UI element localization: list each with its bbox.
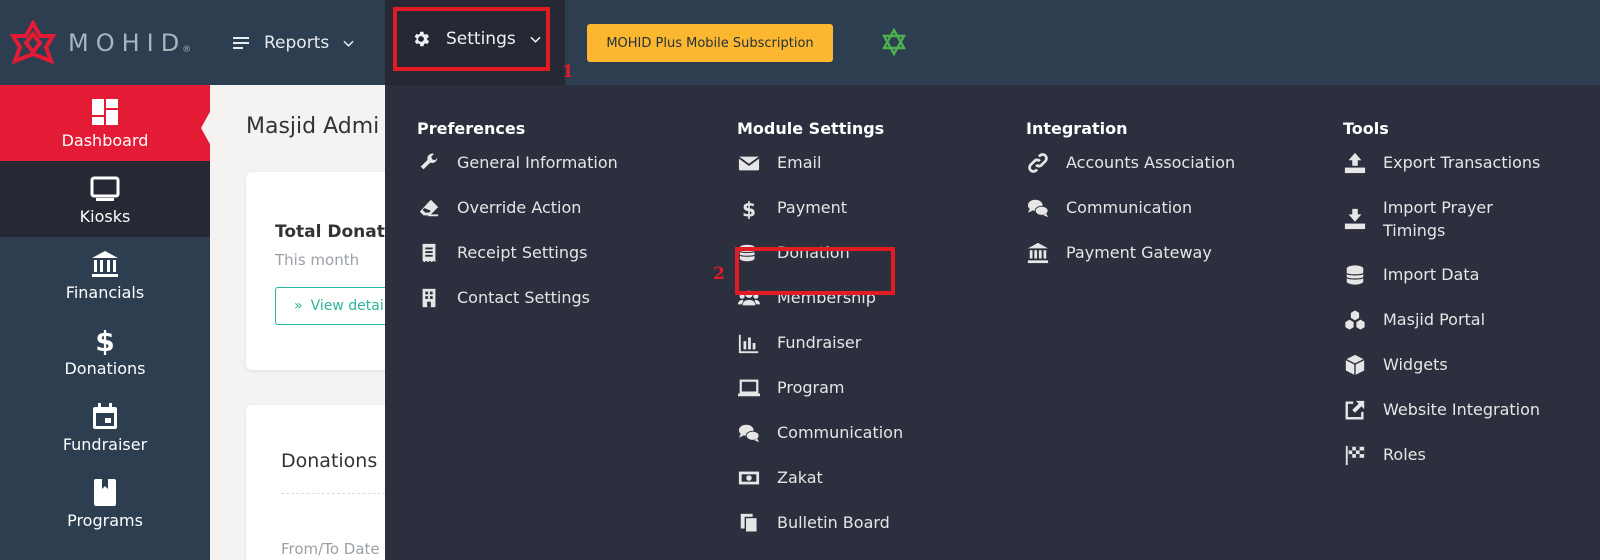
menu-column-preferences: Preferences General Information Override… bbox=[417, 115, 618, 310]
gear-icon bbox=[414, 31, 430, 47]
menu-item-export-transactions[interactable]: Export Transactions bbox=[1343, 151, 1540, 175]
nav-reports-label: Reports bbox=[264, 33, 330, 53]
page-title: Masjid Admi bbox=[246, 114, 380, 139]
menu-item-import-data[interactable]: Import Data bbox=[1343, 263, 1540, 287]
menu-column-integration: Integration Accounts Association Communi… bbox=[1026, 115, 1235, 265]
menu-heading: Preferences bbox=[417, 119, 526, 138]
menu-item-program[interactable]: Program bbox=[737, 376, 903, 400]
card-title: Donations bbox=[281, 450, 378, 472]
menu-heading: Tools bbox=[1343, 119, 1389, 138]
link-icon bbox=[1026, 151, 1050, 175]
menu-item-email[interactable]: Email bbox=[737, 151, 903, 175]
menu-item-contact-settings[interactable]: Contact Settings bbox=[417, 286, 618, 310]
sidebar-item-label: Donations bbox=[64, 358, 146, 378]
menu-item-receipt-settings[interactable]: Receipt Settings bbox=[417, 241, 618, 265]
sidebar-item-label: Financials bbox=[65, 282, 145, 302]
menu-item-import-prayer-timings[interactable]: Import Prayer Timings bbox=[1343, 196, 1540, 242]
upload-icon bbox=[1343, 151, 1367, 175]
external-link-icon bbox=[1343, 398, 1367, 422]
sidebar-item-label: Dashboard bbox=[61, 130, 149, 150]
date-range-label: From/To Date bbox=[281, 540, 380, 558]
comments-icon bbox=[737, 421, 761, 445]
download-icon bbox=[1343, 207, 1367, 231]
envelope-icon bbox=[737, 151, 761, 175]
bank-icon bbox=[1026, 241, 1050, 265]
book-icon bbox=[94, 478, 116, 506]
brand-registered-mark: ® bbox=[182, 45, 192, 55]
sidebar-item-label: Fundraiser bbox=[62, 434, 148, 454]
sidebar-item-label: Programs bbox=[67, 510, 143, 530]
card-subtitle: This month bbox=[275, 251, 360, 269]
flag-checkered-icon bbox=[1343, 443, 1367, 467]
menu-item-bulletin-board[interactable]: Bulletin Board bbox=[737, 511, 903, 535]
menu-item-communication[interactable]: Communication bbox=[1026, 196, 1235, 220]
bar-chart-icon bbox=[737, 331, 761, 355]
nav-reports[interactable]: Reports bbox=[233, 28, 354, 58]
laptop-icon bbox=[737, 376, 761, 400]
menu-item-widgets[interactable]: Widgets bbox=[1343, 353, 1540, 377]
dollar-icon: $ bbox=[95, 325, 114, 355]
menu-item-masjid-portal[interactable]: Masjid Portal bbox=[1343, 308, 1540, 332]
menu-item-payment-gateway[interactable]: Payment Gateway bbox=[1026, 241, 1235, 265]
sidebar-item-financials[interactable]: Financials bbox=[0, 237, 210, 313]
comments-icon bbox=[1026, 196, 1050, 220]
sidebar-item-programs[interactable]: Programs bbox=[0, 465, 210, 541]
dollar-icon: $ bbox=[737, 196, 761, 220]
menu-item-override-action[interactable]: Override Action bbox=[417, 196, 618, 220]
sidebar-item-kiosks[interactable]: Kiosks bbox=[0, 161, 210, 237]
sidebar-item-fundraiser[interactable]: Fundraiser bbox=[0, 389, 210, 465]
divider bbox=[281, 493, 401, 494]
svg-text:$: $ bbox=[95, 325, 114, 355]
database-icon bbox=[1343, 263, 1367, 287]
monitor-icon bbox=[90, 176, 120, 201]
sidebar-item-donations[interactable]: $ Donations bbox=[0, 313, 210, 389]
chevron-down-icon bbox=[530, 36, 541, 43]
building-icon bbox=[417, 286, 441, 310]
menu-heading: Integration bbox=[1026, 119, 1128, 138]
calendar-icon bbox=[93, 402, 117, 429]
nav-settings[interactable]: Settings bbox=[393, 7, 550, 71]
menu-column-module-settings: Module Settings Email $ Payment Donation… bbox=[737, 115, 903, 535]
settings-mega-menu: Preferences General Information Override… bbox=[385, 85, 1600, 560]
cube-icon bbox=[1343, 353, 1367, 377]
brand-logo[interactable]: MOHID ® bbox=[10, 20, 191, 66]
subscription-button[interactable]: MOHID Plus Mobile Subscription bbox=[587, 24, 833, 62]
step-marker-2: 2 bbox=[713, 264, 725, 284]
bank-icon bbox=[92, 250, 118, 277]
copy-icon bbox=[737, 511, 761, 535]
wrench-icon bbox=[417, 151, 441, 175]
menu-item-zakat[interactable]: Zakat bbox=[737, 466, 903, 490]
green-star-icon[interactable] bbox=[880, 28, 908, 56]
mohid-star-icon bbox=[10, 20, 56, 65]
menu-heading: Module Settings bbox=[737, 119, 885, 138]
sidebar-item-dashboard[interactable]: Dashboard bbox=[0, 85, 210, 161]
dashboard-icon bbox=[92, 98, 118, 125]
menu-item-accounts-association[interactable]: Accounts Association bbox=[1026, 151, 1235, 175]
double-chevron-right-icon: » bbox=[294, 298, 303, 314]
menu-item-communication[interactable]: Communication bbox=[737, 421, 903, 445]
brand-name: MOHID bbox=[68, 29, 187, 57]
menu-item-general-information[interactable]: General Information bbox=[417, 151, 618, 175]
view-details-label: View detai bbox=[310, 298, 384, 314]
nav-settings-label: Settings bbox=[446, 29, 516, 49]
donation-highlight-box bbox=[735, 247, 895, 295]
receipt-icon bbox=[417, 241, 441, 265]
eraser-icon bbox=[417, 196, 441, 220]
menu-item-fundraiser[interactable]: Fundraiser bbox=[737, 331, 903, 355]
chevron-down-icon bbox=[343, 40, 354, 47]
active-indicator bbox=[201, 110, 211, 146]
menu-item-payment[interactable]: $ Payment bbox=[737, 196, 903, 220]
sidebar-item-label: Kiosks bbox=[79, 206, 131, 226]
menu-item-website-integration[interactable]: Website Integration bbox=[1343, 398, 1540, 422]
step-marker-1: 1 bbox=[562, 62, 574, 82]
cubes-icon bbox=[1343, 308, 1367, 332]
menu-column-tools: Tools Export Transactions Import Prayer … bbox=[1343, 115, 1540, 467]
menu-item-roles[interactable]: Roles bbox=[1343, 443, 1540, 467]
svg-text:$: $ bbox=[742, 197, 756, 219]
menu-lines-icon bbox=[233, 37, 249, 49]
card-title: Total Donatio bbox=[275, 222, 403, 242]
money-bill-icon bbox=[737, 466, 761, 490]
